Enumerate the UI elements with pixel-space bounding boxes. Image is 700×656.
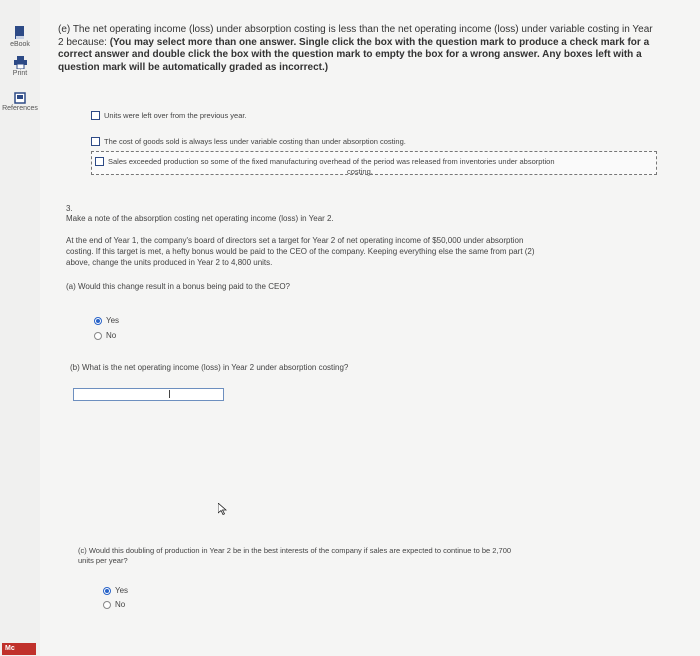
left-sidebar: eBook Print References Mc: [0, 0, 40, 656]
ebook-label: eBook: [10, 41, 30, 48]
radio-selected[interactable]: [103, 586, 111, 595]
radio-unselected[interactable]: [94, 331, 102, 340]
text-caret: [169, 390, 170, 398]
radio-selected[interactable]: [94, 316, 102, 325]
references-icon: [14, 92, 26, 104]
book-icon: [15, 26, 24, 39]
checkbox[interactable]: [95, 157, 104, 166]
radio-label: No: [106, 331, 117, 340]
q3-para-line3: above, change the units produced in Year…: [66, 258, 273, 267]
q3-scenario: At the end of Year 1, the company's boar…: [66, 235, 666, 268]
part-a-yes-option[interactable]: Yes: [94, 316, 119, 325]
part-c-yes-option[interactable]: Yes: [103, 586, 128, 595]
print-label: Print: [12, 70, 28, 77]
q3-part-c: (c) Would this doubling of production in…: [78, 546, 658, 566]
part-a-no-option[interactable]: No: [94, 331, 116, 340]
option-sales-exceeded-production[interactable]: Sales exceeded production so some of the…: [95, 157, 655, 166]
part-e-question: (e) The net operating income (loss) unde…: [58, 24, 678, 74]
printer-icon: [13, 56, 27, 69]
checkbox[interactable]: [91, 137, 100, 146]
option-label: Sales exceeded production so some of the…: [108, 157, 555, 166]
part-c-line1: (c) Would this doubling of production in…: [78, 546, 512, 555]
part-e-line1: (e) The net operating income (loss) unde…: [58, 24, 653, 35]
part-e-line3-bold: correct answer and double click the box …: [58, 49, 642, 60]
mcgraw-hill-logo: Mc: [2, 643, 36, 655]
q3-para-line1: At the end of Year 1, the company's boar…: [66, 236, 524, 245]
part-e-line2: 2 because: (You may select more than one…: [58, 37, 678, 50]
radio-label: Yes: [106, 316, 120, 325]
part-c-line2: units per year?: [78, 556, 128, 565]
radio-unselected[interactable]: [103, 600, 111, 609]
references-label: References: [2, 105, 38, 112]
print-button[interactable]: Print: [0, 56, 40, 77]
part-c-no-option[interactable]: No: [103, 600, 125, 609]
net-operating-income-input[interactable]: [73, 388, 224, 401]
radio-label: Yes: [115, 586, 129, 595]
part-e-line2-bold: (You may select more than one answer. Si…: [109, 36, 650, 48]
q3-part-b: (b) What is the net operating income (lo…: [70, 363, 349, 372]
q3-instruction: Make a note of the absorption costing ne…: [66, 214, 334, 223]
ebook-button[interactable]: eBook: [0, 26, 40, 48]
part-e-line4-bold: question mark will be automatically grad…: [58, 61, 329, 73]
option-cogs-less[interactable]: The cost of goods sold is always less un…: [91, 137, 406, 146]
option-label: The cost of goods sold is always less un…: [104, 137, 406, 146]
q3-part-a: (a) Would this change result in a bonus …: [66, 282, 290, 291]
q3-para-line2: costing. If this target is met, a hefty …: [66, 247, 535, 256]
checkbox[interactable]: [91, 111, 100, 120]
radio-label: No: [115, 600, 126, 609]
mouse-cursor-icon: [218, 503, 227, 515]
option-label: Units were left over from the previous y…: [104, 111, 247, 120]
option-units-left-over[interactable]: Units were left over from the previous y…: [91, 111, 247, 120]
option-label-continued: costing.: [347, 167, 373, 176]
references-button[interactable]: References: [0, 92, 40, 112]
part-e-line2-plain: 2 because:: [58, 36, 110, 48]
